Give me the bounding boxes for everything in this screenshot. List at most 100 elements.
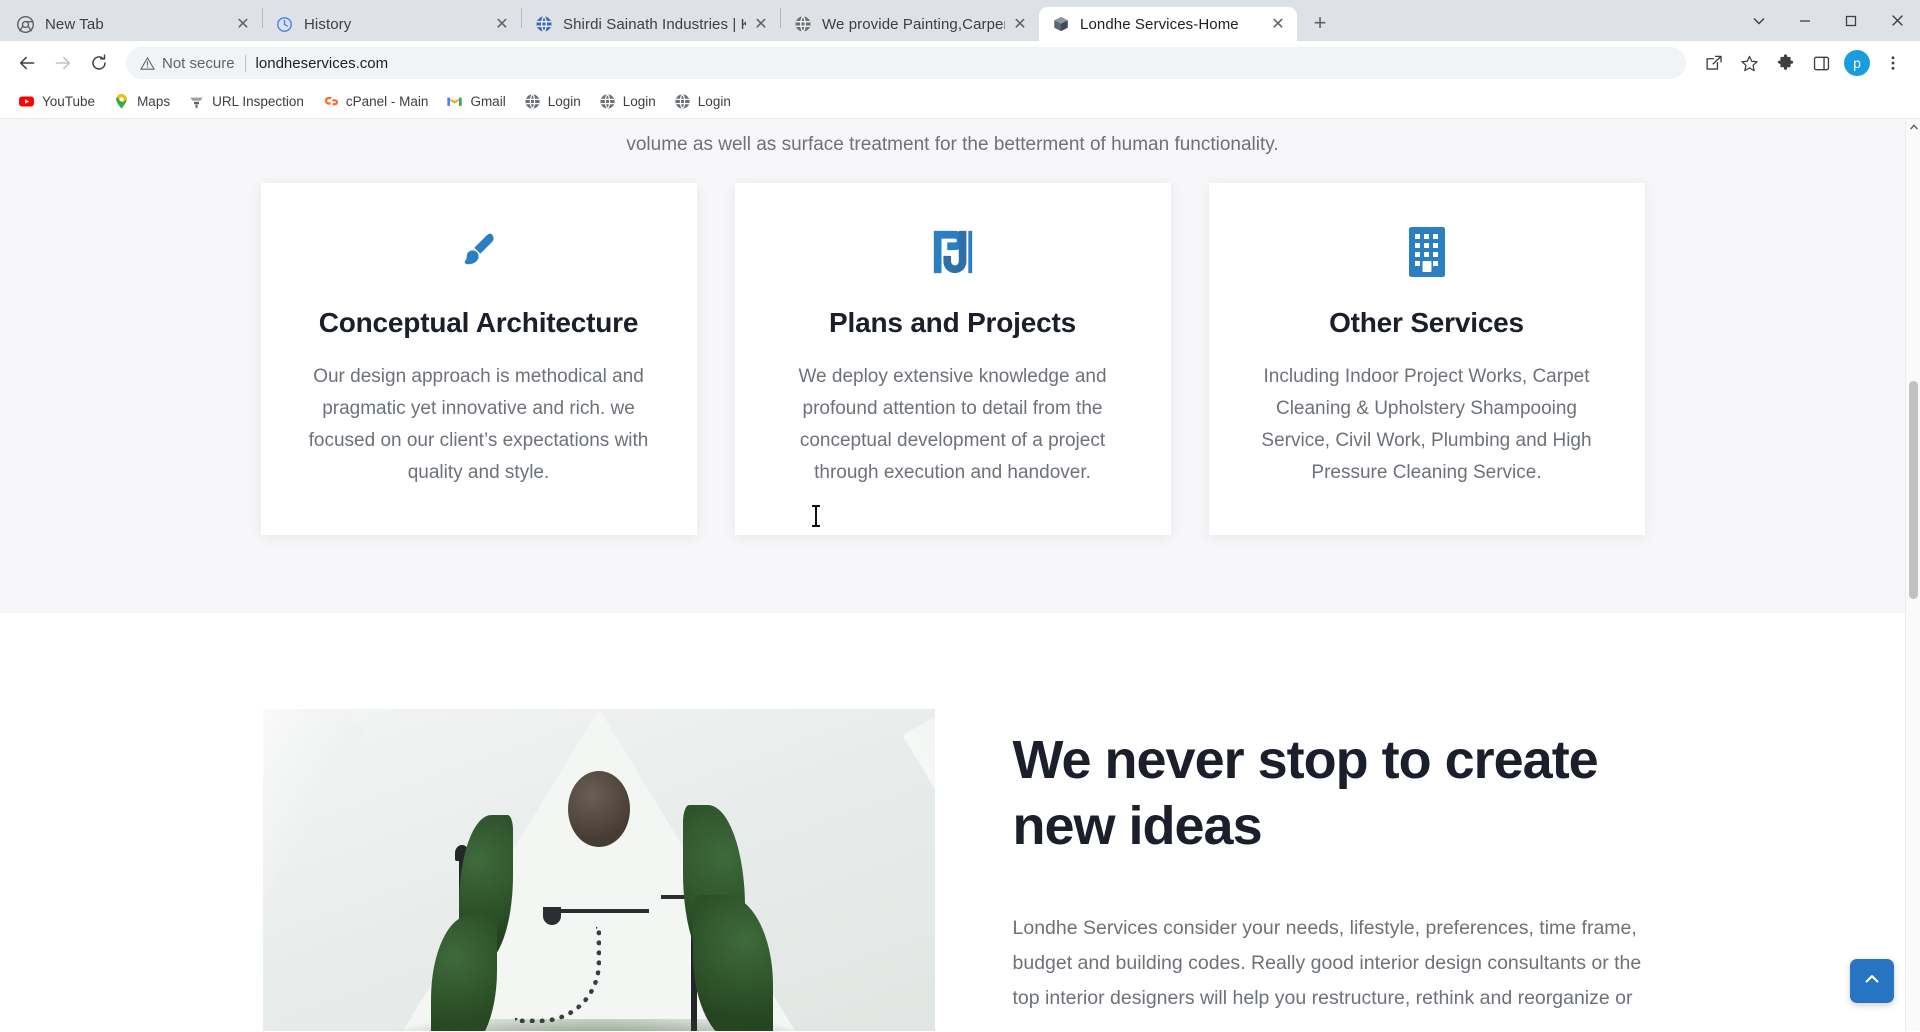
tab-shirdi-sainath[interactable]: Shirdi Sainath Industries | Khichdi ✕ — [522, 7, 780, 41]
close-window-button[interactable] — [1874, 0, 1920, 41]
tab-strip: New Tab ✕ History ✕ Shirdi Sainath I — [0, 0, 1920, 41]
bookmark-login-3[interactable]: Login — [666, 89, 739, 114]
tab-close-button[interactable]: ✕ — [491, 13, 513, 35]
intro-paragraph: volume as well as surface treatment for … — [0, 119, 1905, 183]
security-label: Not secure — [162, 55, 235, 72]
scrollbar-thumb[interactable] — [1909, 381, 1918, 599]
bookmark-cpanel[interactable]: cPanel - Main — [314, 89, 437, 114]
globe-icon — [534, 15, 553, 34]
puzzle-icon[interactable] — [1768, 46, 1802, 80]
bookmark-url-inspection[interactable]: URL Inspection — [180, 89, 312, 114]
bookmark-gmail[interactable]: Gmail — [438, 89, 513, 114]
section-paragraph: Londhe Services consider your needs, lif… — [1013, 911, 1643, 1016]
bookmark-label: Login — [698, 94, 731, 109]
omnibox-divider — [245, 55, 246, 72]
globe-icon — [793, 15, 812, 34]
service-cards: Conceptual Architecture Our design appro… — [0, 183, 1905, 535]
bookmark-label: Maps — [137, 94, 170, 109]
share-icon[interactable] — [1696, 46, 1730, 80]
tab-londhe-services-home[interactable]: Londhe Services-Home ✕ — [1039, 7, 1297, 41]
ideas-section: We never stop to create new ideas Londhe… — [0, 613, 1905, 1031]
site-security-chip[interactable]: Not secure — [140, 55, 235, 72]
services-section: volume as well as surface treatment for … — [0, 119, 1905, 613]
forward-button[interactable] — [46, 46, 80, 80]
card-other-services[interactable]: Other Services Including Indoor Project … — [1209, 183, 1645, 535]
tab-close-button[interactable]: ✕ — [232, 13, 254, 35]
bookmarks-bar: YouTube Maps URL Inspection — [0, 85, 1920, 119]
tab-label: Londhe Services-Home — [1080, 16, 1263, 33]
card-title: Conceptual Architecture — [297, 307, 661, 339]
ideas-text-block: We never stop to create new ideas Londhe… — [1013, 709, 1643, 1031]
tab-we-provide-painting[interactable]: We provide Painting,Carpenter,D ✕ — [781, 7, 1039, 41]
bookmark-label: YouTube — [42, 94, 95, 109]
youtube-icon — [18, 93, 35, 110]
blueprint-icon — [771, 225, 1135, 279]
profile-avatar[interactable]: p — [1840, 46, 1874, 80]
bookmark-label: Login — [548, 94, 581, 109]
chrome-icon — [16, 15, 35, 34]
box-icon — [1051, 15, 1070, 34]
window-controls — [1736, 0, 1920, 41]
address-bar[interactable]: Not secure londheservices.com — [126, 47, 1686, 79]
scroll-to-top-button[interactable] — [1850, 959, 1894, 1003]
page-scrollbar[interactable] — [1905, 119, 1920, 1031]
interior-photo — [263, 709, 935, 1031]
new-tab-button[interactable]: + — [1303, 6, 1337, 40]
card-title: Plans and Projects — [771, 307, 1135, 339]
bookmark-label: Login — [623, 94, 656, 109]
bookmark-label: cPanel - Main — [346, 94, 429, 109]
bookmark-label: Gmail — [470, 94, 505, 109]
tab-close-button[interactable]: ✕ — [750, 13, 772, 35]
page-viewport: volume as well as surface treatment for … — [0, 119, 1920, 1031]
maximize-button[interactable] — [1828, 0, 1874, 41]
scrollbar-up-arrow[interactable] — [1906, 119, 1920, 134]
bookmark-maps[interactable]: Maps — [105, 89, 178, 114]
section-heading: We never stop to create new ideas — [1013, 727, 1643, 859]
tab-label: New Tab — [45, 16, 228, 33]
paint-brush-icon — [297, 225, 661, 279]
tab-close-button[interactable]: ✕ — [1009, 13, 1031, 35]
url-text: londheservices.com — [256, 55, 1672, 72]
gmail-icon — [446, 93, 463, 110]
card-conceptual-architecture[interactable]: Conceptual Architecture Our design appro… — [261, 183, 697, 535]
bookmark-login-2[interactable]: Login — [591, 89, 664, 114]
avatar-initial: p — [1844, 50, 1870, 76]
back-button[interactable] — [10, 46, 44, 80]
page-content: volume as well as surface treatment for … — [0, 119, 1905, 1031]
toolbar-actions: p — [1696, 46, 1910, 80]
round-mirror — [568, 771, 630, 847]
text-cursor — [815, 505, 817, 527]
browser-toolbar: Not secure londheservices.com — [0, 41, 1920, 85]
maps-pin-icon — [113, 93, 130, 110]
kebab-menu-icon[interactable] — [1876, 46, 1910, 80]
bookmark-label: URL Inspection — [212, 94, 304, 109]
side-panel-icon[interactable] — [1804, 46, 1838, 80]
bookmark-login-1[interactable]: Login — [516, 89, 589, 114]
tab-close-button[interactable]: ✕ — [1267, 13, 1289, 35]
tab-label: We provide Painting,Carpenter,D — [822, 16, 1005, 33]
cpanel-icon — [322, 93, 339, 110]
chevron-up-icon — [1862, 969, 1882, 994]
tab-history[interactable]: History ✕ — [263, 7, 521, 41]
tab-new-tab[interactable]: New Tab ✕ — [4, 7, 262, 41]
card-body: Our design approach is methodical and pr… — [297, 361, 661, 489]
bookmark-youtube[interactable]: YouTube — [10, 89, 103, 114]
card-body: We deploy extensive knowledge and profou… — [771, 361, 1135, 489]
globe-icon — [599, 93, 616, 110]
reload-button[interactable] — [82, 46, 116, 80]
globe-icon — [674, 93, 691, 110]
history-icon — [275, 15, 294, 34]
star-icon[interactable] — [1732, 46, 1766, 80]
card-title: Other Services — [1245, 307, 1609, 339]
warning-triangle-icon — [140, 56, 155, 71]
tab-label: History — [304, 16, 487, 33]
list-all-tabs-button[interactable] — [1736, 0, 1782, 41]
card-plans-and-projects[interactable]: Plans and Projects We deploy extensive k… — [735, 183, 1171, 535]
tab-label: Shirdi Sainath Industries | Khichdi — [563, 16, 746, 33]
card-body: Including Indoor Project Works, Carpet C… — [1245, 361, 1609, 489]
search-console-icon — [188, 93, 205, 110]
globe-icon — [524, 93, 541, 110]
minimize-button[interactable] — [1782, 0, 1828, 41]
browser-window: New Tab ✕ History ✕ Shirdi Sainath I — [0, 0, 1920, 1032]
building-icon — [1245, 225, 1609, 279]
